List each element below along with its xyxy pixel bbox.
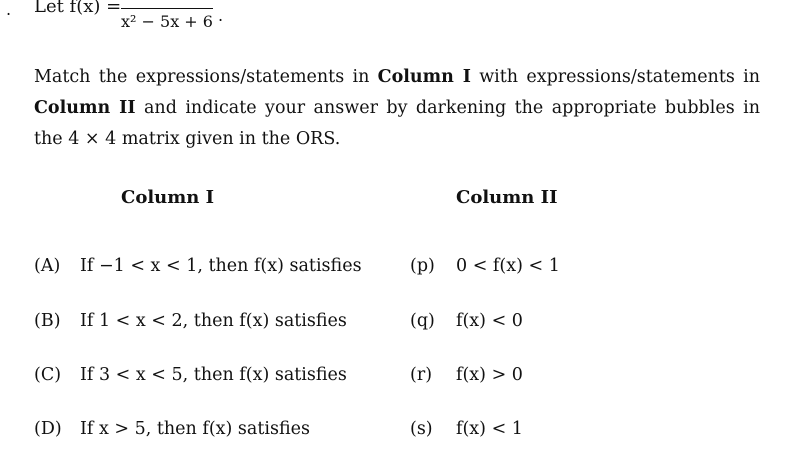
definition-period: . <box>218 6 224 25</box>
statement-a-text: If −1 < x < 1, then f(x) satisfies <box>80 256 362 276</box>
statement-d-label: (D) <box>34 419 62 439</box>
option-r-text: f(x) > 0 <box>456 365 523 385</box>
fraction-bar <box>121 8 213 9</box>
instructions-column-two-ref: Column II <box>34 98 136 118</box>
column-one-heading: Column I <box>121 187 215 208</box>
option-p-label: (p) <box>410 256 435 276</box>
statement-d-text: If x > 5, then f(x) satisfies <box>80 419 310 439</box>
fraction-denominator: x² − 5x + 6 <box>121 12 213 31</box>
statement-b-label: (B) <box>34 311 61 331</box>
statement-c-label: (C) <box>34 365 62 385</box>
option-q-label: (q) <box>410 311 435 331</box>
option-s-label: (s) <box>410 419 433 439</box>
instructions-column-one-ref: Column I <box>377 67 471 87</box>
statement-c-text: If 3 < x < 5, then f(x) satisfies <box>80 365 347 385</box>
option-s-text: f(x) < 1 <box>456 419 523 439</box>
option-r-label: (r) <box>410 365 433 385</box>
instructions-text-3: and indicate your answer by darkening th… <box>34 98 760 149</box>
function-definition-label: Let f(x) = <box>34 0 122 17</box>
statement-b-text: If 1 < x < 2, then f(x) satisfies <box>80 311 347 331</box>
instructions-text-2: with expressions/statements in <box>470 67 760 87</box>
option-q-text: f(x) < 0 <box>456 311 523 331</box>
instructions-paragraph: Match the expressions/statements in Colu… <box>34 62 760 155</box>
column-two-heading: Column II <box>456 187 558 208</box>
option-p-text: 0 < f(x) < 1 <box>456 256 560 276</box>
question-number-mark: . <box>6 0 12 19</box>
instructions-text-1: Match the expressions/statements in <box>34 67 378 87</box>
statement-a-label: (A) <box>34 256 61 276</box>
